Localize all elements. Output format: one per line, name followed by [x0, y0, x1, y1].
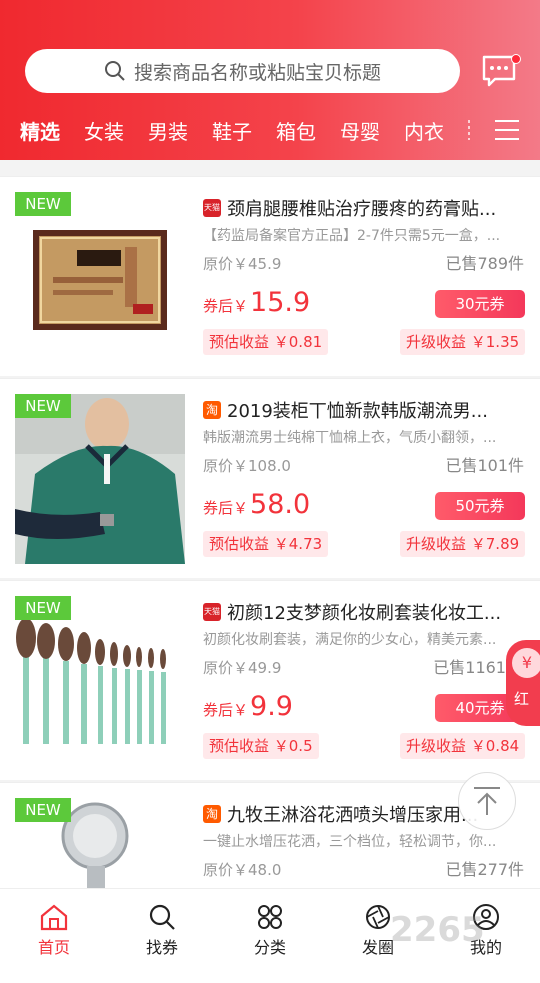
home-icon: [40, 904, 68, 931]
estimated-earning: 预估收益 ￥4.73: [203, 531, 329, 557]
tab-featured[interactable]: 精选: [20, 116, 60, 145]
unread-dot: [511, 54, 521, 64]
back-to-top-button[interactable]: [458, 772, 516, 830]
product-card[interactable]: NEW 淘 2019装柜丅恤新款韩版潮流男... 韩版潮流男士纯棉丅恤棉上衣，气…: [0, 378, 540, 579]
sold-count: 已售1161: [433, 658, 506, 677]
arrow-up-icon: [474, 787, 500, 815]
nav-home[interactable]: 首页: [14, 903, 94, 958]
product-image[interactable]: [15, 596, 185, 766]
product-card[interactable]: NEW 天猫 初颜12支梦颜化妆刷套装化妆工... 初颜化妆刷套装，满足你的少女…: [0, 580, 540, 781]
red-packet-float[interactable]: ¥ 红: [506, 640, 540, 726]
product-desc: 一键止水增压花洒，三个档位，轻松调节，你...: [203, 834, 497, 850]
estimated-earning: 预估收益 ￥0.5: [203, 733, 319, 759]
header-bar: 搜索商品名称或粘贴宝贝标题 精选 女装 男装 鞋子 箱包 母婴 内衣: [0, 0, 540, 160]
coupon-button[interactable]: 50元券: [435, 492, 525, 520]
product-desc: 韩版潮流男士纯棉丅恤棉上衣，气质小翻领，...: [203, 430, 497, 446]
tab-shoes[interactable]: 鞋子: [212, 116, 252, 145]
coupon-button[interactable]: 30元券: [435, 290, 525, 318]
new-badge: NEW: [15, 394, 71, 418]
product-image[interactable]: [15, 394, 185, 564]
upgrade-earning[interactable]: 升级收益 ￥7.89: [400, 531, 526, 557]
product-desc: 初颜化妆刷套装，满足你的少女心，精美元素...: [203, 632, 497, 648]
product-image[interactable]: [15, 192, 185, 362]
watermark: 2265: [390, 910, 485, 950]
search-input[interactable]: 搜索商品名称或粘贴宝贝标题: [25, 49, 460, 93]
sold-count: 已售101件: [445, 456, 524, 475]
red-packet-icon: ¥: [512, 648, 540, 678]
divider: [0, 160, 540, 176]
tab-men[interactable]: 男装: [148, 116, 188, 145]
nav-category[interactable]: 分类: [230, 903, 310, 958]
tab-bags[interactable]: 箱包: [276, 116, 316, 145]
coupon-price: 券后￥9.9: [203, 691, 293, 722]
new-badge: NEW: [15, 798, 71, 822]
new-badge: NEW: [15, 596, 71, 620]
tmall-icon: 天猫: [203, 199, 221, 217]
original-price: 原价￥49.9: [203, 659, 282, 677]
sold-count: 已售789件: [445, 254, 524, 273]
sold-count: 已售277件: [445, 860, 524, 879]
red-packet-label: 红: [514, 690, 530, 708]
coupon-price: 券后￥15.9: [203, 287, 311, 318]
taobao-icon: 淘: [203, 401, 221, 419]
product-title[interactable]: 天猫 颈肩腿腰椎贴治疗腰疼的药膏贴...: [203, 195, 528, 221]
tab-women[interactable]: 女装: [84, 116, 124, 145]
original-price: 原价￥108.0: [203, 457, 291, 475]
search-icon: [149, 904, 175, 930]
original-price: 原价￥48.0: [203, 861, 282, 879]
tab-overflow-indicator: [468, 120, 470, 140]
category-icon: [258, 905, 282, 929]
taobao-icon: 淘: [203, 805, 221, 823]
product-desc: 【药监局备案官方正品】2-7件只需5元一盒，...: [203, 228, 501, 244]
product-card[interactable]: NEW 天猫 颈肩腿腰椎贴治疗腰疼的药膏贴... 【药监局备案官方正品】2-7件…: [0, 176, 540, 377]
product-title[interactable]: 淘 2019装柜丅恤新款韩版潮流男...: [203, 397, 528, 423]
menu-icon[interactable]: [495, 120, 519, 140]
upgrade-earning[interactable]: 升级收益 ￥1.35: [400, 329, 526, 355]
product-title[interactable]: 天猫 初颜12支梦颜化妆刷套装化妆工...: [203, 599, 528, 625]
category-tabs: 精选 女装 男装 鞋子 箱包 母婴 内衣: [0, 110, 540, 150]
search-icon: [104, 61, 125, 81]
tab-baby[interactable]: 母婴: [340, 116, 380, 145]
original-price: 原价￥45.9: [203, 255, 282, 273]
message-button[interactable]: [481, 54, 521, 90]
tab-underwear[interactable]: 内衣: [404, 116, 444, 145]
search-placeholder: 搜索商品名称或粘贴宝贝标题: [133, 61, 381, 84]
upgrade-earning[interactable]: 升级收益 ￥0.84: [400, 733, 526, 759]
estimated-earning: 预估收益 ￥0.81: [203, 329, 329, 355]
tmall-icon: 天猫: [203, 603, 221, 621]
nav-find-coupon[interactable]: 找券: [122, 903, 202, 958]
coupon-price: 券后￥58.0: [203, 489, 311, 520]
new-badge: NEW: [15, 192, 71, 216]
aperture-icon: [366, 905, 390, 929]
